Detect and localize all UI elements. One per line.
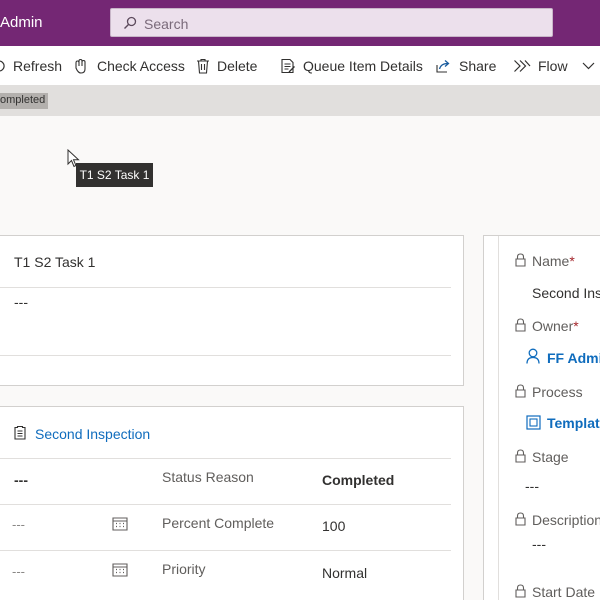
status-reason-value[interactable]: Completed xyxy=(322,472,394,488)
divider xyxy=(498,236,499,600)
left-value: --- xyxy=(14,472,28,488)
queue-item-details-button[interactable]: Queue Item Details xyxy=(280,46,423,86)
refresh-icon xyxy=(0,60,5,72)
search-placeholder: Search xyxy=(144,16,189,32)
flow-button[interactable]: Flow xyxy=(513,46,600,86)
task-summary-card: T1 S2 Task 1 --- xyxy=(0,235,464,386)
trash-icon xyxy=(197,58,209,74)
owner-label: Owner* xyxy=(532,318,579,334)
calendar-icon[interactable] xyxy=(112,516,128,531)
percent-complete-value[interactable]: 100 xyxy=(322,518,345,534)
queue-item-details-label: Queue Item Details xyxy=(303,58,423,74)
process-icon xyxy=(526,415,541,430)
check-access-icon xyxy=(75,58,86,74)
clipboard-icon xyxy=(14,425,26,440)
lock-icon xyxy=(515,512,526,526)
stage-label: Stage xyxy=(532,449,569,465)
task-description[interactable]: --- xyxy=(14,294,28,310)
divider xyxy=(0,504,451,505)
percent-complete-label: Percent Complete xyxy=(162,515,275,531)
due-date-value[interactable]: --- xyxy=(12,564,25,579)
priority-value[interactable]: Normal xyxy=(322,565,367,581)
share-button[interactable]: Share xyxy=(435,46,496,86)
lock-icon xyxy=(515,584,526,598)
share-icon xyxy=(436,60,450,73)
queue-item-details-icon xyxy=(281,58,295,74)
side-panel: Name* Second Insp Owner* FF Admin Proces… xyxy=(483,235,600,600)
lock-icon xyxy=(515,449,526,463)
command-bar: Refresh Check Access Delete Queue Item D… xyxy=(0,46,600,86)
task-details-card: Second Inspection --- Status Reason Comp… xyxy=(0,406,464,600)
name-label: Name* xyxy=(532,253,575,269)
lock-icon xyxy=(515,253,526,267)
description-label: Description xyxy=(532,512,600,528)
lock-icon xyxy=(515,318,526,332)
status-bar: ompleted xyxy=(0,86,600,116)
delete-label: Delete xyxy=(217,58,258,74)
task-title: T1 S2 Task 1 xyxy=(14,254,96,270)
process-value[interactable]: Template xyxy=(547,415,600,431)
flow-label: Flow xyxy=(538,58,568,74)
share-label: Share xyxy=(459,58,497,74)
app-title[interactable]: Admin xyxy=(0,14,43,31)
check-access-label: Check Access xyxy=(97,58,185,74)
refresh-label: Refresh xyxy=(13,58,63,74)
lock-icon xyxy=(515,384,526,398)
delete-button[interactable]: Delete xyxy=(196,46,257,86)
top-navigation-bar: Admin Search xyxy=(0,0,600,46)
divider xyxy=(0,550,451,551)
tooltip: T1 S2 Task 1 xyxy=(76,163,153,187)
divider xyxy=(0,458,451,459)
flow-icon xyxy=(514,60,531,72)
person-icon xyxy=(526,348,540,364)
search-box[interactable]: Search xyxy=(110,8,553,37)
name-value[interactable]: Second Insp xyxy=(532,285,600,301)
divider xyxy=(0,355,451,356)
priority-label: Priority xyxy=(162,561,206,577)
chevron-down-icon[interactable] xyxy=(582,62,595,70)
calendar-icon[interactable] xyxy=(112,562,128,577)
regarding-link[interactable]: Second Inspection xyxy=(35,426,150,442)
description-value[interactable]: --- xyxy=(532,536,546,552)
start-date-value[interactable]: --- xyxy=(12,517,25,532)
refresh-button[interactable]: Refresh xyxy=(0,46,62,86)
search-icon xyxy=(124,16,137,29)
check-access-button[interactable]: Check Access xyxy=(73,46,185,86)
divider xyxy=(0,287,451,288)
owner-value[interactable]: FF Admin xyxy=(547,350,600,366)
status-label: ompleted xyxy=(0,93,49,109)
status-reason-label: Status Reason xyxy=(162,469,254,485)
stage-value[interactable]: --- xyxy=(525,478,539,494)
process-label: Process xyxy=(532,384,583,400)
start-date-label: Start Date xyxy=(532,584,596,600)
